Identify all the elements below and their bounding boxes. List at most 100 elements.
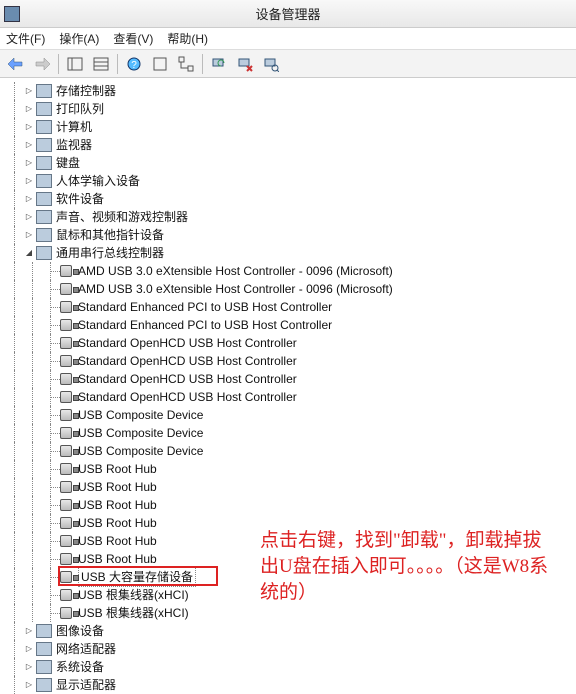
tree-item-usb-device[interactable]: USB 根集线器(xHCI) bbox=[6, 604, 576, 622]
tree-indent bbox=[24, 604, 42, 622]
tree-item-print-queue[interactable]: 打印队列 bbox=[6, 100, 576, 118]
menu-view[interactable]: 查看(V) bbox=[113, 30, 153, 47]
tree-item-keyboard[interactable]: 键盘 bbox=[6, 154, 576, 172]
tree-item-usb-device[interactable]: USB Composite Device bbox=[6, 406, 576, 424]
tree-indent bbox=[24, 352, 42, 370]
expand-icon[interactable] bbox=[24, 104, 34, 114]
tree-item-imaging[interactable]: 图像设备 bbox=[6, 622, 576, 640]
tree-item-network[interactable]: 网络适配器 bbox=[6, 640, 576, 658]
tree-connector bbox=[42, 370, 60, 388]
expand-icon[interactable] bbox=[24, 680, 34, 690]
tree-item-storage-controllers[interactable]: 存储控制器 bbox=[6, 82, 576, 100]
toolbar-btn-1[interactable] bbox=[63, 53, 87, 75]
scan-button[interactable] bbox=[259, 53, 283, 75]
tree-label: 存储控制器 bbox=[56, 82, 116, 100]
help-button[interactable]: ? bbox=[122, 53, 146, 75]
tree-item-usb-device[interactable]: Standard Enhanced PCI to USB Host Contro… bbox=[6, 316, 576, 334]
toolbar-btn-4[interactable] bbox=[174, 53, 198, 75]
tree-item-usb-device[interactable]: USB Root Hub bbox=[6, 478, 576, 496]
toolbar-btn-2[interactable] bbox=[89, 53, 113, 75]
tree-connector bbox=[42, 496, 60, 514]
tree-indent bbox=[6, 316, 24, 334]
tree-label: 图像设备 bbox=[56, 622, 104, 640]
expand-icon[interactable] bbox=[24, 176, 34, 186]
tree-item-system[interactable]: 系统设备 bbox=[6, 658, 576, 676]
arrow-right-icon bbox=[34, 56, 50, 72]
tree-connector bbox=[42, 352, 60, 370]
help-icon: ? bbox=[126, 56, 142, 72]
tree-connector bbox=[42, 586, 60, 604]
tree-label: 计算机 bbox=[56, 118, 92, 136]
back-button[interactable] bbox=[4, 53, 28, 75]
tree-label: USB Composite Device bbox=[78, 442, 203, 460]
tree-indent bbox=[6, 334, 24, 352]
menu-help[interactable]: 帮助(H) bbox=[167, 30, 208, 47]
tree-indent bbox=[6, 388, 24, 406]
tree-label: USB Root Hub bbox=[78, 460, 157, 478]
tree-item-usb-device[interactable]: AMD USB 3.0 eXtensible Host Controller -… bbox=[6, 262, 576, 280]
usb-device-icon bbox=[60, 445, 72, 457]
tree-item-usb-device[interactable]: USB Root Hub bbox=[6, 460, 576, 478]
menu-action[interactable]: 操作(A) bbox=[59, 30, 99, 47]
display-icon bbox=[36, 678, 52, 692]
tree-indent bbox=[6, 262, 24, 280]
usb-device-icon bbox=[60, 391, 72, 403]
tree-item-usb-device[interactable]: USB Root Hub bbox=[6, 496, 576, 514]
window-title: 设备管理器 bbox=[255, 4, 320, 23]
toolbar-separator bbox=[117, 54, 118, 74]
forward-button[interactable] bbox=[30, 53, 54, 75]
usb-device-icon bbox=[60, 409, 72, 421]
app-icon bbox=[4, 6, 20, 22]
refresh-button[interactable] bbox=[207, 53, 231, 75]
tree-indent bbox=[6, 406, 24, 424]
list-icon bbox=[93, 56, 109, 72]
tree-indent bbox=[24, 316, 42, 334]
tree-label: USB 大容量存储设备 bbox=[78, 567, 196, 587]
tree-connector bbox=[42, 424, 60, 442]
tree-item-display[interactable]: 显示适配器 bbox=[6, 676, 576, 694]
tree-item-usb-device[interactable]: Standard Enhanced PCI to USB Host Contro… bbox=[6, 298, 576, 316]
tree-label: USB Composite Device bbox=[78, 424, 203, 442]
toolbar-btn-3[interactable] bbox=[148, 53, 172, 75]
tree-connector bbox=[42, 478, 60, 496]
tree-item-computer[interactable]: 计算机 bbox=[6, 118, 576, 136]
tree-item-usb-controllers[interactable]: 通用串行总线控制器 bbox=[6, 244, 576, 262]
tree-item-usb-device[interactable]: Standard OpenHCD USB Host Controller bbox=[6, 388, 576, 406]
tree-item-hid[interactable]: 人体学输入设备 bbox=[6, 172, 576, 190]
tree-item-software-device[interactable]: 软件设备 bbox=[6, 190, 576, 208]
tree-label: Standard OpenHCD USB Host Controller bbox=[78, 388, 297, 406]
tree-item-usb-device[interactable]: USB Composite Device bbox=[6, 424, 576, 442]
tree-item-usb-device[interactable]: Standard OpenHCD USB Host Controller bbox=[6, 334, 576, 352]
collapse-icon[interactable] bbox=[24, 248, 34, 258]
tree-label: Standard Enhanced PCI to USB Host Contro… bbox=[78, 316, 332, 334]
tree-connector bbox=[42, 406, 60, 424]
tree-item-sound[interactable]: 声音、视频和游戏控制器 bbox=[6, 208, 576, 226]
tree-indent bbox=[24, 532, 42, 550]
usb-device-icon bbox=[60, 355, 72, 367]
tree-connector bbox=[42, 388, 60, 406]
tree-label: 人体学输入设备 bbox=[56, 172, 140, 190]
expand-icon[interactable] bbox=[24, 662, 34, 672]
tree-indent bbox=[24, 406, 42, 424]
tree-item-usb-device[interactable]: Standard OpenHCD USB Host Controller bbox=[6, 370, 576, 388]
expand-icon[interactable] bbox=[24, 122, 34, 132]
tree-label: 声音、视频和游戏控制器 bbox=[56, 208, 188, 226]
expand-icon[interactable] bbox=[24, 230, 34, 240]
tree-label: USB Root Hub bbox=[78, 514, 157, 532]
tree-item-usb-device[interactable]: Standard OpenHCD USB Host Controller bbox=[6, 352, 576, 370]
tree-label: USB 根集线器(xHCI) bbox=[78, 586, 189, 604]
uninstall-button[interactable] bbox=[233, 53, 257, 75]
menu-file[interactable]: 文件(F) bbox=[6, 30, 45, 47]
tree-item-usb-device[interactable]: USB Composite Device bbox=[6, 442, 576, 460]
tree-indent bbox=[6, 568, 24, 586]
expand-icon[interactable] bbox=[24, 212, 34, 222]
tree-item-usb-device[interactable]: AMD USB 3.0 eXtensible Host Controller -… bbox=[6, 280, 576, 298]
tree-item-monitor[interactable]: 监视器 bbox=[6, 136, 576, 154]
tree-item-mouse[interactable]: 鼠标和其他指针设备 bbox=[6, 226, 576, 244]
expand-icon[interactable] bbox=[24, 626, 34, 636]
expand-icon[interactable] bbox=[24, 140, 34, 150]
expand-icon[interactable] bbox=[24, 194, 34, 204]
expand-icon[interactable] bbox=[24, 86, 34, 96]
usb-device-icon bbox=[60, 427, 72, 439]
expand-icon[interactable] bbox=[24, 158, 34, 168]
